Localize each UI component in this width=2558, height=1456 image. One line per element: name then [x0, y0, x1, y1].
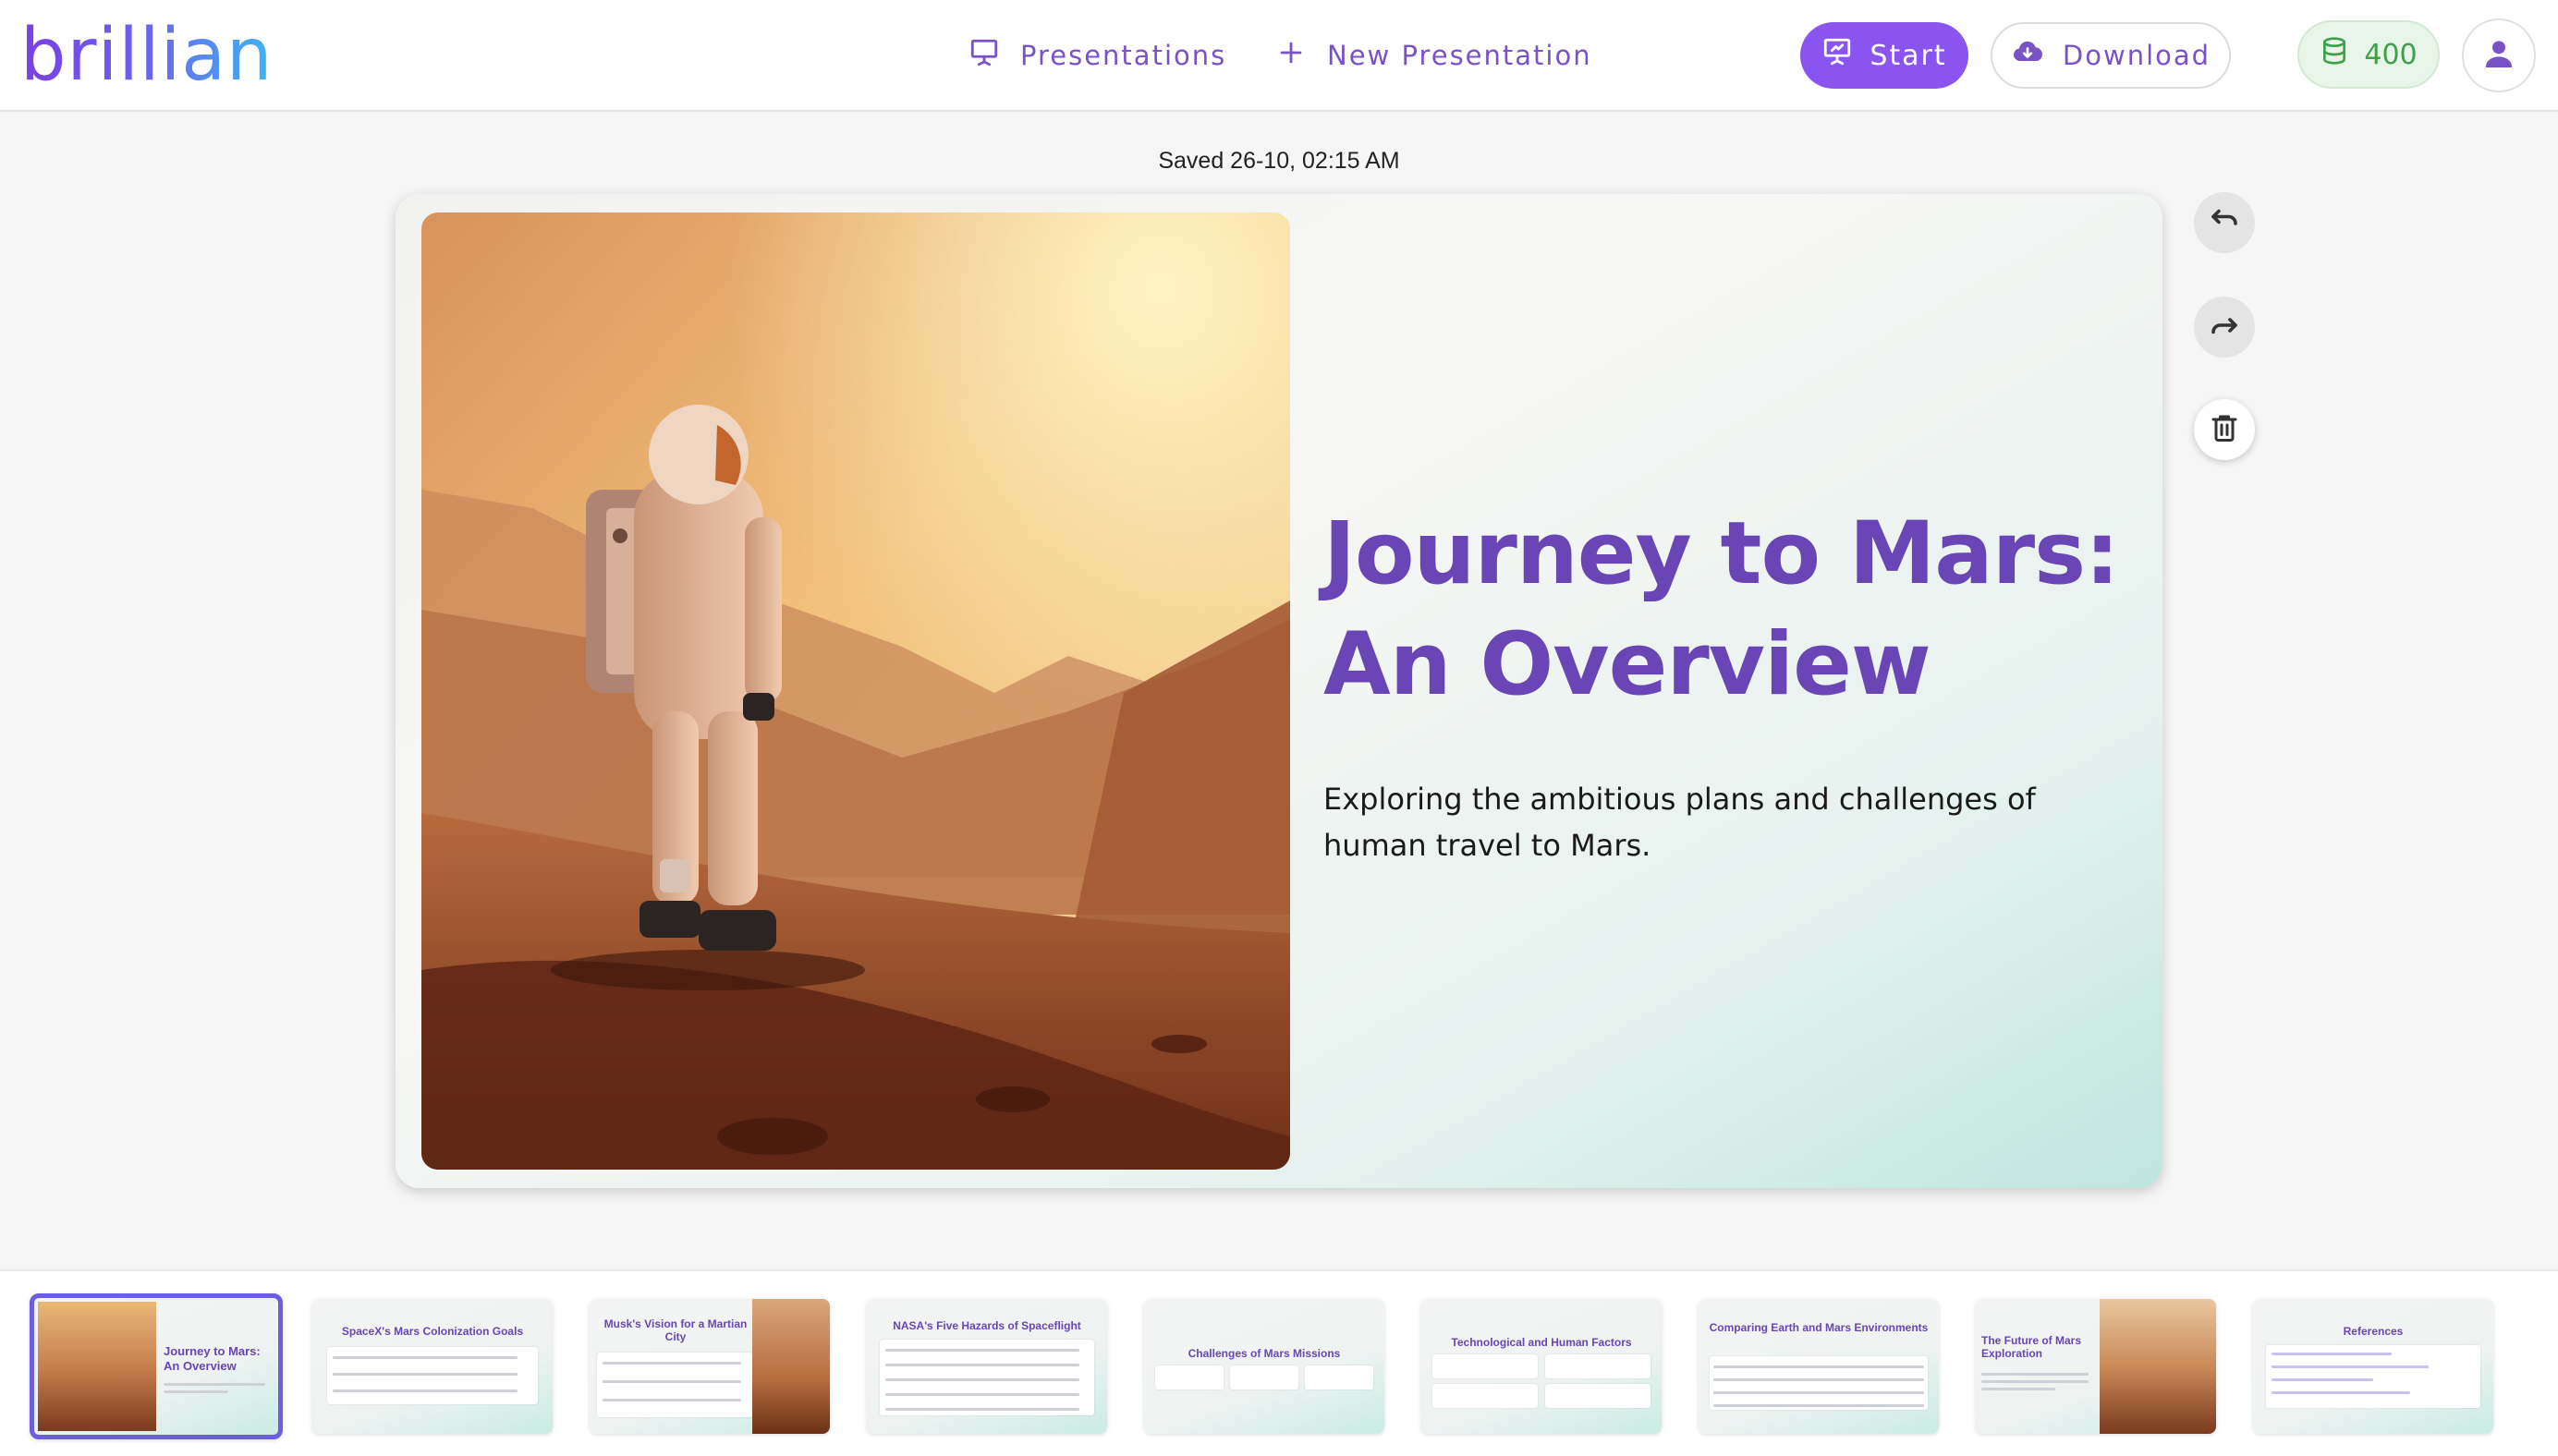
cloud-download-icon [2011, 36, 2044, 76]
start-button[interactable]: Start [1800, 22, 1968, 89]
credits-badge[interactable]: 400 [2297, 20, 2440, 89]
undo-icon [2208, 204, 2241, 242]
brand-logo[interactable]: brillian [20, 13, 274, 98]
thumbnail-text-line [1713, 1365, 1924, 1368]
thumbnail-title: Challenges of Mars Missions [1188, 1347, 1341, 1360]
thumbnail-content-box [1155, 1365, 1224, 1389]
thumbnail-title: Musk's Vision for a Martian City [603, 1317, 748, 1343]
thumbnail-text-line [333, 1389, 518, 1392]
start-button-label: Start [1870, 39, 1947, 72]
thumbnail-content-box [1432, 1354, 1538, 1378]
thumbnail-image [38, 1302, 156, 1431]
nav-new-presentation-link[interactable]: New Presentation [1275, 33, 1592, 78]
thumbnail-text-line [1981, 1373, 2089, 1376]
download-button[interactable]: Download [1991, 22, 2231, 89]
thumbnail-text-line [2272, 1365, 2429, 1368]
redo-button[interactable] [2194, 297, 2255, 358]
thumbnail-title: SpaceX's Mars Colonization Goals [341, 1325, 524, 1338]
slide-thumbnail[interactable]: References [2253, 1299, 2493, 1434]
slide-thumbnail[interactable]: NASA's Five Hazards of Spaceflight [867, 1299, 1107, 1434]
thumbnail-text-line [1713, 1404, 1924, 1407]
database-icon [2320, 35, 2349, 74]
plus-icon [1275, 37, 1307, 75]
user-icon [2480, 35, 2517, 77]
redo-icon [2208, 309, 2241, 346]
thumbnail-text-line [885, 1393, 1079, 1396]
slide-thumbnail[interactable]: SpaceX's Mars Colonization Goals [312, 1299, 553, 1434]
thumbnail-title: The Future of Mars Exploration [1981, 1334, 2082, 1360]
download-button-label: Download [2062, 40, 2211, 71]
credits-count: 400 [2364, 38, 2418, 71]
thumbnail-text-line [2272, 1353, 2392, 1355]
thumbnail-title: Comparing Earth and Mars Environments [1709, 1321, 1929, 1334]
thumbnail-text-line [164, 1383, 265, 1386]
slide-thumbnail[interactable]: Musk's Vision for a Martian City [590, 1299, 830, 1434]
thumbnail-title: NASA's Five Hazards of Spaceflight [893, 1319, 1081, 1332]
thumbnail-content-box [1545, 1354, 1651, 1378]
thumbnail-text-line [603, 1399, 741, 1401]
thumbnail-title: Journey to Mars: An Overview [164, 1344, 261, 1373]
slide-canvas[interactable]: Journey to Mars: An Overview Exploring t… [396, 194, 2162, 1188]
thumbnail-text-line [885, 1378, 1079, 1381]
saved-status: Saved 26-10, 02:15 AM [1158, 148, 1400, 174]
thumbnail-text-line [603, 1362, 741, 1365]
thumbnail-text-line [1713, 1378, 1924, 1381]
thumbnail-text-line [885, 1364, 1079, 1366]
slide-thumbnail[interactable]: Comparing Earth and Mars Environments [1699, 1299, 1939, 1434]
slide-thumbnail[interactable]: Journey to Mars: An Overview [30, 1293, 283, 1439]
thumbnail-text-line [1713, 1391, 1924, 1394]
slide-thumbnail[interactable]: Challenges of Mars Missions [1144, 1299, 1384, 1434]
thumbnail-table [1710, 1356, 1928, 1410]
delete-slide-button[interactable] [2194, 399, 2255, 460]
trash-icon [2208, 411, 2241, 449]
thumbnail-text-line [2272, 1378, 2373, 1381]
thumbnail-text-line [1981, 1380, 2089, 1383]
thumbnail-text-line [1981, 1388, 2055, 1390]
presentation-board-icon [968, 37, 1000, 75]
thumbnail-text-line [2272, 1391, 2410, 1394]
thumbnail-text-line [333, 1373, 518, 1376]
thumbnail-text-line [885, 1408, 1079, 1411]
thumbnail-image [2100, 1299, 2216, 1434]
thumbnail-title: References [2343, 1325, 2404, 1338]
slide-title[interactable]: Journey to Mars: An Overview [1323, 499, 2137, 721]
user-avatar-button[interactable] [2462, 18, 2536, 92]
undo-button[interactable] [2194, 192, 2255, 253]
thumbnail-content-box [1432, 1384, 1538, 1408]
nav-presentations-label: Presentations [1020, 40, 1227, 71]
slide-thumbnail[interactable]: The Future of Mars Exploration [1976, 1299, 2216, 1434]
nav-presentations-link[interactable]: Presentations [968, 33, 1226, 78]
thumbnail-content-box [1305, 1365, 1373, 1389]
thumbnail-text-line [603, 1380, 741, 1383]
thumbnail-image [752, 1299, 830, 1434]
thumbnail-text-line [333, 1356, 518, 1359]
slide-thumbnail[interactable]: Technological and Human Factors [1421, 1299, 1662, 1434]
thumbnail-title: Technological and Human Factors [1451, 1336, 1632, 1349]
slide-thumbnail-strip: Journey to Mars: An Overview SpaceX's Ma… [0, 1269, 2558, 1456]
slide-subtitle[interactable]: Exploring the ambitious plans and challe… [1323, 776, 2118, 868]
nav-new-presentation-label: New Presentation [1327, 40, 1592, 71]
thumbnail-text-line [885, 1349, 1079, 1352]
presentation-board-icon [1821, 36, 1853, 75]
thumbnail-text-line [164, 1390, 228, 1393]
top-bar: brillian Presentations New Presentation … [0, 0, 2558, 112]
thumbnail-content-box [1545, 1384, 1651, 1408]
slide-image-astronaut-on-mars[interactable] [421, 212, 1290, 1170]
thumbnail-content-box [1230, 1365, 1298, 1389]
